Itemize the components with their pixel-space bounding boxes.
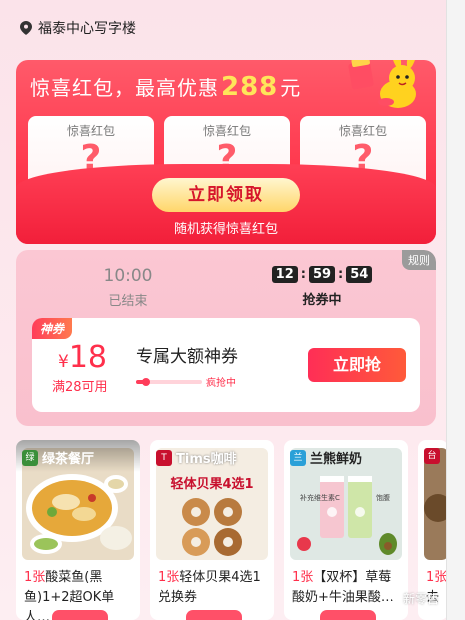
- coupon-title: 专属大额神券: [136, 347, 238, 367]
- product-brand: 兰 兰熊鲜奶: [290, 448, 362, 467]
- location-name: 福泰中心写字楼: [38, 21, 136, 37]
- brand-logo-icon: 绿: [22, 449, 38, 466]
- slot-status: 已结束: [108, 294, 148, 309]
- coupon-count: 1张: [426, 570, 446, 585]
- rules-link[interactable]: 规则: [402, 250, 436, 270]
- product-brand: T Tims咖啡: [156, 448, 237, 467]
- claim-now-button[interactable]: 立即领取: [152, 178, 300, 212]
- rabbit-mascot-icon: [348, 60, 418, 108]
- coupon-price: ¥18: [58, 340, 107, 375]
- red-packet-card: 惊喜红包，最高优惠288 元 惊喜红包 ? 惊喜红包 ? 惊喜红包 ? 立即领取 …: [16, 60, 436, 244]
- coupon-condition: 满28可用: [52, 380, 108, 395]
- brand-name: 兰熊鲜奶: [310, 452, 363, 467]
- slot-label: 惊喜红包: [66, 124, 115, 138]
- countdown-minutes: 59: [308, 266, 336, 283]
- clock-separator: :: [300, 267, 306, 282]
- progress-knob: [141, 378, 150, 386]
- red-packet-subtitle: 随机获得惊喜红包: [173, 222, 278, 237]
- slot-status: 抢券中: [302, 293, 342, 308]
- image-tag: 饱腹: [376, 493, 390, 502]
- clock-separator: :: [338, 267, 344, 282]
- product-row: 绿 绿茶餐厅 1张酸菜鱼(黑鱼)1+2超OK单人… 轻体贝果4选1 T Tims…: [16, 440, 446, 620]
- slot-time: 10:00: [103, 266, 153, 286]
- product-brand: 台: [424, 448, 440, 464]
- product-desc: 1张轻体贝果4选1兑换券: [158, 568, 270, 608]
- buy-button[interactable]: [320, 610, 376, 620]
- slot-label: 惊喜红包: [338, 124, 387, 138]
- coupon-ticket[interactable]: 神券 ¥18 满28可用 专属大额神券 疯抢中 立即抢: [32, 318, 420, 412]
- red-packet-title-prefix: 惊喜红包，最高优惠: [30, 76, 219, 100]
- window-edge: [446, 0, 465, 620]
- amount-unit: 元: [280, 76, 302, 100]
- flash-coupon-card: 规则 10:00 已结束 12 : 59 : 54 抢券中 神券 ¥18 满28…: [16, 250, 436, 426]
- brand-name: Tims咖啡: [176, 452, 237, 467]
- coupon-badge: 神券: [32, 318, 73, 339]
- slot-label: 惊喜红包: [202, 124, 251, 138]
- time-slot-ended[interactable]: 10:00 已结束: [68, 266, 188, 309]
- countdown-hours: 12: [271, 266, 298, 283]
- product-image: [424, 448, 446, 560]
- countdown-clock: 12 : 59 : 54: [262, 266, 382, 283]
- brand-name: 绿茶餐厅: [42, 452, 95, 467]
- product-card[interactable]: 绿 绿茶餐厅 1张酸菜鱼(黑鱼)1+2超OK单人…: [16, 440, 140, 620]
- currency-symbol: ¥: [58, 352, 69, 372]
- coupon-count: 1张: [24, 570, 46, 585]
- brand-logo-icon: T: [156, 449, 172, 466]
- buy-button[interactable]: [186, 610, 242, 620]
- buy-button[interactable]: [52, 610, 108, 620]
- product-card[interactable]: 轻体贝果4选1 T Tims咖啡 1张轻体贝果4选1兑换券: [150, 440, 274, 620]
- countdown-seconds: 54: [346, 266, 373, 283]
- time-slot-active[interactable]: 12 : 59 : 54 抢券中: [262, 266, 382, 308]
- image-tag: 补充维生素C: [300, 493, 340, 502]
- grab-coupon-button[interactable]: 立即抢: [308, 348, 406, 382]
- max-amount: 288: [221, 72, 279, 102]
- location-bar[interactable]: 福泰中心写字楼: [20, 18, 136, 38]
- coupon-count: 1张: [158, 570, 180, 585]
- coupon-count: 1张: [292, 570, 314, 585]
- watermark: 新零售: [388, 590, 439, 607]
- coupon-amount: 18: [68, 340, 108, 375]
- watermark-text: 新零售: [403, 592, 440, 606]
- location-pin-icon: [20, 21, 32, 35]
- brand-logo-icon: 台: [424, 448, 440, 464]
- camera-icon: [388, 592, 400, 605]
- image-caption: 轻体贝果4选1: [170, 476, 253, 492]
- progress-label: 疯抢中: [206, 378, 236, 389]
- product-brand: 绿 绿茶餐厅: [22, 448, 94, 467]
- red-packet-title: 惊喜红包，最高优惠288 元: [30, 72, 301, 102]
- product-photo-partial: [424, 448, 446, 560]
- brand-logo-icon: 兰: [290, 449, 306, 466]
- grab-progress-bar: [136, 378, 202, 386]
